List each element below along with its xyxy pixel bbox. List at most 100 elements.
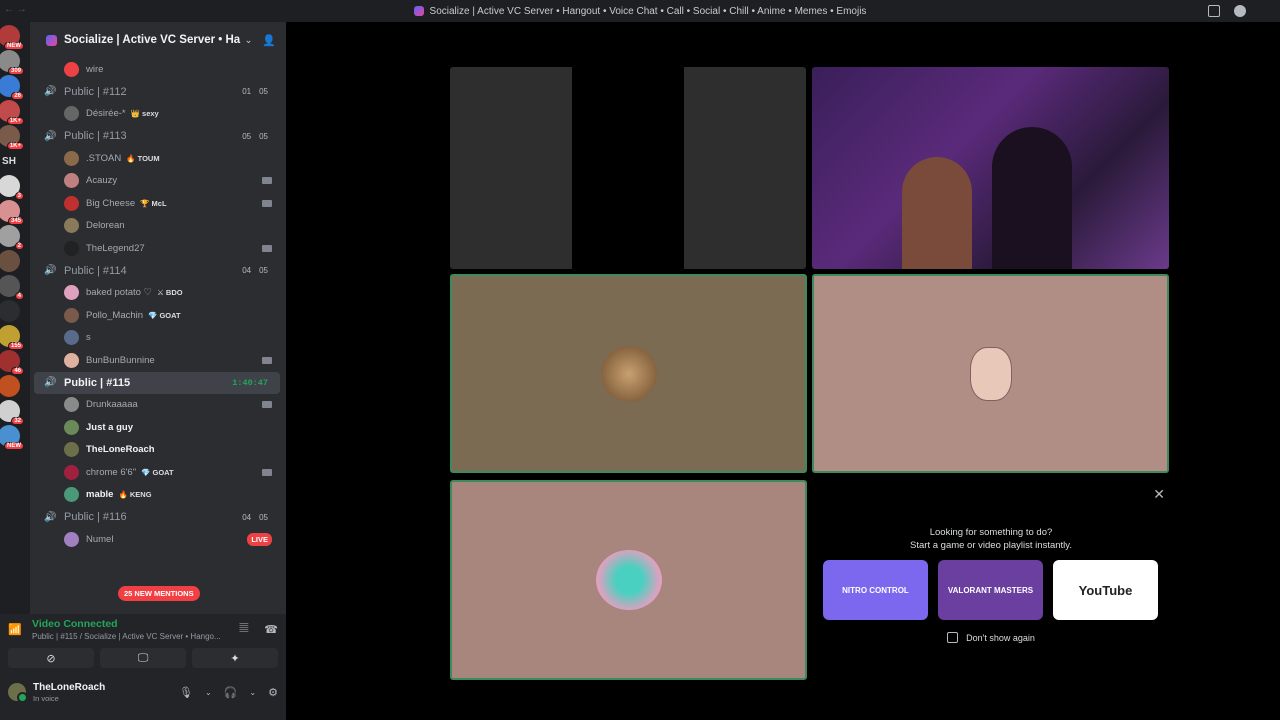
- help-icon[interactable]: [1234, 5, 1246, 17]
- member-name: Désirée-*: [86, 108, 126, 120]
- voice-member[interactable]: baked potato ♡ ⚔ BDO: [30, 282, 286, 305]
- video-tile-user[interactable]: [450, 480, 807, 680]
- channel-name: Public | #112: [64, 85, 127, 98]
- voice-member[interactable]: Acauzy: [30, 170, 286, 193]
- add-member-icon[interactable]: 👤: [262, 34, 276, 47]
- camera-off-button[interactable]: ⊘: [8, 648, 94, 668]
- channel-sidebar: Socialize | Active VC Server • Han... ⌄ …: [30, 22, 286, 614]
- channel-name: Public | #114: [64, 264, 127, 277]
- voice-member[interactable]: chrome 6'6" 💎 GOAT: [30, 461, 286, 484]
- voice-member[interactable]: Désirée-* 👑 sexy: [30, 103, 286, 126]
- screen-share-button[interactable]: 🖵: [100, 648, 186, 668]
- server-icon[interactable]: 155: [0, 325, 24, 350]
- avatar: [969, 346, 1012, 401]
- server-header[interactable]: Socialize | Active VC Server • Han... ⌄ …: [30, 22, 286, 58]
- member-name: .STOAN: [86, 152, 122, 164]
- server-icon[interactable]: 46: [0, 350, 24, 375]
- speaker-icon: 🔊: [44, 265, 57, 276]
- voice-member[interactable]: mable 🔥 KENG: [30, 484, 286, 507]
- checkbox-icon[interactable]: [947, 632, 959, 643]
- voice-member[interactable]: Drunkaaaaa: [30, 394, 286, 417]
- screen-share-icon: 🖵: [137, 651, 149, 664]
- voice-member[interactable]: Just a guy: [30, 416, 286, 439]
- activity-card[interactable]: NITRO CONTROL: [823, 560, 928, 620]
- server-icon[interactable]: [0, 375, 20, 397]
- user-limit: 05: [259, 87, 268, 96]
- video-tile-user[interactable]: [812, 274, 1169, 473]
- new-mentions-pill[interactable]: 25 NEW MENTIONS: [118, 586, 200, 601]
- dont-show-label: Don't show again: [966, 632, 1035, 643]
- video-tile-camera[interactable]: [812, 67, 1169, 269]
- activity-card[interactable]: YouTube: [1053, 560, 1158, 620]
- server-icon[interactable]: 1K+: [0, 100, 24, 125]
- chevron-down-icon[interactable]: ⌄: [245, 35, 253, 46]
- back-forward-icons[interactable]: ← →: [4, 4, 27, 15]
- gear-icon[interactable]: ⚙: [268, 686, 278, 699]
- member-name: wire: [86, 63, 104, 75]
- avatar: [64, 442, 79, 458]
- server-icon[interactable]: 309: [0, 50, 24, 75]
- signal-icon[interactable]: 📶: [8, 623, 22, 636]
- video-tile-user[interactable]: [450, 274, 807, 473]
- noise-suppression-icon[interactable]: 𝄚: [239, 623, 248, 636]
- user-name[interactable]: TheLoneRoach: [33, 682, 105, 693]
- unread-badge: 155: [7, 342, 24, 350]
- member-name: Pollo_Machin: [86, 309, 144, 321]
- avatar: [64, 61, 79, 77]
- channel-user-count: 04 05: [242, 266, 268, 275]
- activity-button[interactable]: ✦: [192, 648, 278, 668]
- user-panel: TheLoneRoach In voice 🎙 ⌄ 🎧 ⌄ ⚙: [0, 672, 286, 712]
- server-icon[interactable]: 32: [0, 400, 24, 425]
- server-icon[interactable]: 3: [0, 175, 24, 200]
- current-users: 05: [242, 131, 252, 141]
- camera-icon: [262, 468, 272, 476]
- voice-channel[interactable]: 🔊 Public | #114 04 05: [34, 260, 280, 282]
- voice-channel[interactable]: 🔊 Public | #112 01 05: [34, 81, 280, 103]
- server-icon[interactable]: 26: [0, 75, 24, 100]
- chevron-down-icon[interactable]: ⌄: [205, 688, 212, 697]
- unread-badge: 46: [11, 367, 24, 375]
- server-icon[interactable]: 4: [0, 275, 24, 300]
- server-icon[interactable]: 1K+: [0, 125, 24, 150]
- close-icon[interactable]: ✕: [1153, 486, 1165, 503]
- channel-name: Public | #113: [64, 130, 127, 142]
- server-icon[interactable]: NEW: [0, 25, 24, 50]
- server-icon[interactable]: [0, 300, 20, 322]
- server-icon[interactable]: SH: [0, 150, 20, 172]
- server-icon[interactable]: 345: [0, 200, 24, 225]
- person-silhouette: [902, 157, 972, 269]
- voice-channel[interactable]: 🔊 Public | #115 1:40:47: [34, 371, 280, 394]
- microphone-icon[interactable]: 🎙: [179, 686, 193, 699]
- video-tile-dark[interactable]: [450, 67, 806, 269]
- voice-member[interactable]: TheLoneRoach: [30, 439, 286, 462]
- avatar: [595, 550, 662, 610]
- activity-prompt-subtitle: Start a game or video playlist instantly…: [910, 540, 1072, 551]
- voice-member[interactable]: TheLegend27: [30, 237, 286, 260]
- dont-show-checkbox[interactable]: Don't show again: [811, 632, 1171, 643]
- voice-channel[interactable]: 🔊 Public | #116 04 05: [34, 506, 280, 528]
- voice-channel[interactable]: 🔊 Public | #113 05 05: [34, 125, 280, 147]
- server-icon[interactable]: NEW: [0, 425, 24, 450]
- voice-member[interactable]: s: [30, 327, 286, 350]
- activity-card[interactable]: VALORANT MASTERS: [938, 560, 1043, 620]
- avatar[interactable]: [8, 683, 28, 703]
- voice-location[interactable]: Public | #115 / Socialize | Active VC Se…: [32, 632, 222, 641]
- server-icon[interactable]: [0, 250, 20, 272]
- voice-member[interactable]: .STOAN 🔥 TOUM: [30, 147, 286, 170]
- current-users: 01: [242, 87, 252, 96]
- server-icon[interactable]: 2: [0, 225, 24, 250]
- camera-icon: [262, 244, 272, 252]
- server-list: NEW 309 26 1K+ 1K+ SH 3 345 2 4 155 46 32 NEW: [0, 22, 30, 614]
- voice-member[interactable]: Numel LIVE: [30, 528, 286, 551]
- server-icon: [413, 6, 424, 16]
- chevron-down-icon[interactable]: ⌄: [249, 688, 256, 697]
- voice-member[interactable]: BunBunBunnine: [30, 349, 286, 372]
- voice-member[interactable]: Delorean: [30, 215, 286, 238]
- voice-member[interactable]: wire: [30, 58, 286, 81]
- inbox-icon[interactable]: [1208, 5, 1220, 17]
- headphones-icon[interactable]: 🎧: [224, 686, 238, 699]
- disconnect-icon[interactable]: ☎: [264, 623, 278, 636]
- voice-member[interactable]: Big Cheese 🏆 McL: [30, 192, 286, 215]
- avatar: [64, 352, 79, 368]
- voice-member[interactable]: Pollo_Machin 💎 GOAT: [30, 304, 286, 327]
